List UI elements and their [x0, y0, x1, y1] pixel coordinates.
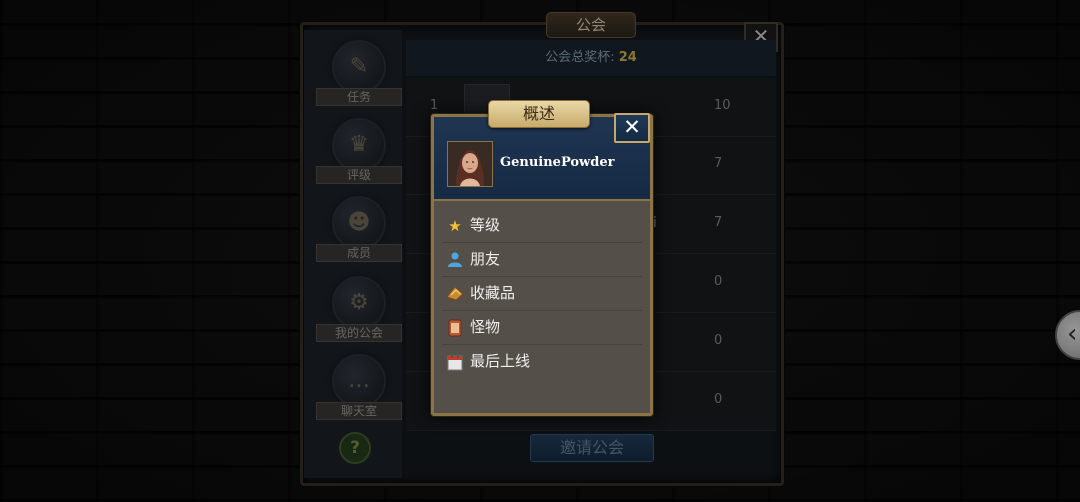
monster-icon	[446, 319, 464, 337]
stat-label: 等级	[470, 216, 501, 234]
friend-icon	[446, 251, 464, 269]
avatar	[447, 141, 493, 187]
overview-dialog-title: 概述	[488, 100, 590, 128]
collection-icon	[446, 285, 464, 303]
player-name: GenuinePowder	[500, 155, 615, 170]
close-icon[interactable]: ✕	[614, 113, 650, 143]
star-icon: ★	[448, 217, 462, 235]
stat-monsters-row[interactable]: 怪物	[442, 311, 642, 345]
calendar-icon	[446, 353, 464, 371]
stat-label: 怪物	[470, 318, 501, 336]
overview-dialog: GenuinePowder ★ 等级 朋友 收藏品 怪物 最后上线	[431, 114, 653, 416]
stat-last-online-row[interactable]: 最后上线	[442, 345, 642, 378]
stat-label: 最后上线	[470, 352, 531, 370]
stat-level-row[interactable]: ★ 等级	[442, 209, 642, 243]
stat-label: 收藏品	[470, 284, 516, 302]
stats-list: ★ 等级 朋友 收藏品 怪物 最后上线	[442, 209, 642, 378]
stat-friends-row[interactable]: 朋友	[442, 243, 642, 277]
stat-label: 朋友	[470, 250, 501, 268]
stat-collectibles-row[interactable]: 收藏品	[442, 277, 642, 311]
